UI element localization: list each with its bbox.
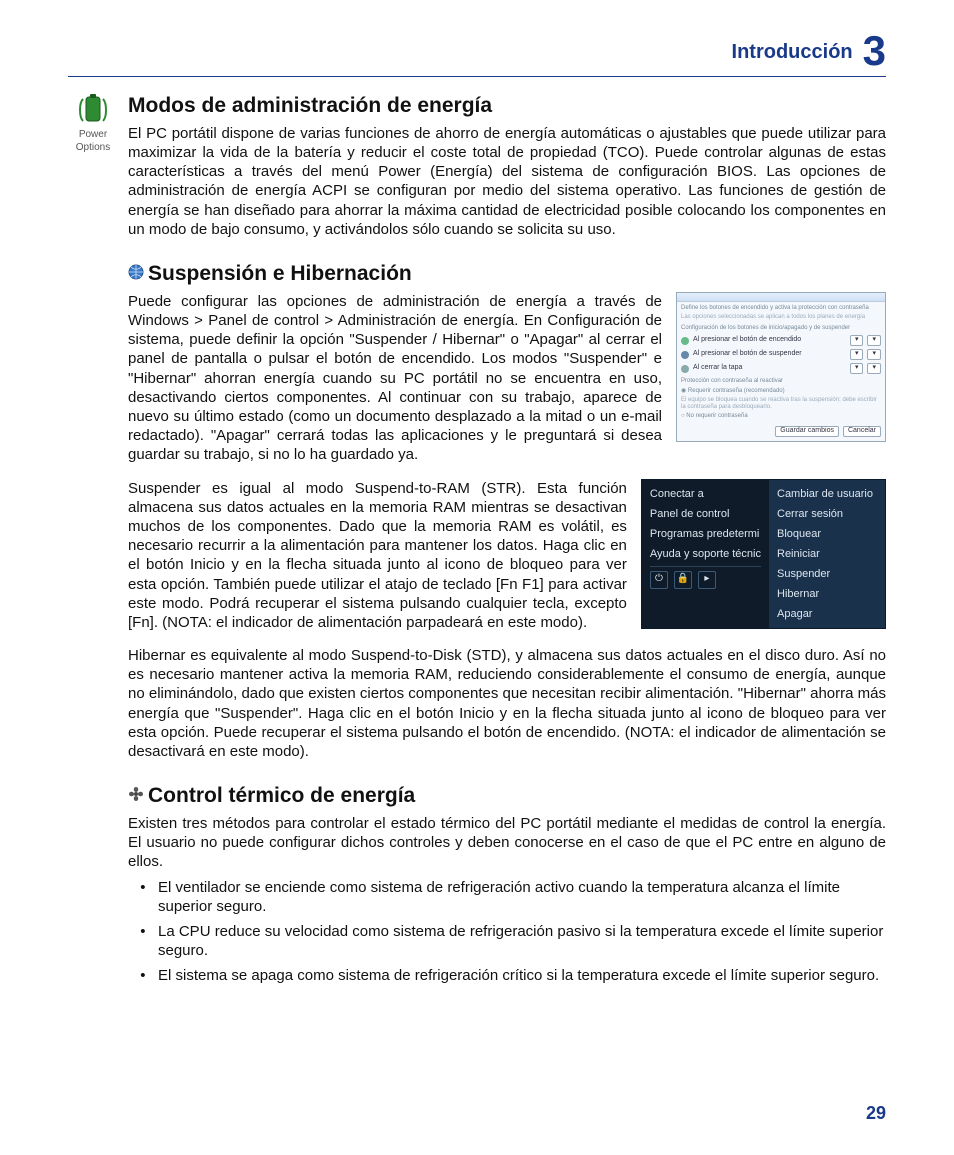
para-power-modes: El PC portátil dispone de varias funcion…: [128, 124, 886, 239]
startmenu-left-item: Ayuda y soporte técnic: [650, 544, 761, 564]
section-title: Introducción: [732, 40, 853, 72]
globe-icon: [128, 261, 144, 288]
start-menu-screenshot: Conectar a Panel de control Programas pr…: [641, 479, 886, 630]
heading-power-modes: Modos de administración de energía: [128, 93, 886, 120]
chapter-number: 3: [863, 30, 886, 72]
para-suspend-2: Suspender es igual al modo Suspend-to-RA…: [128, 479, 627, 633]
para-suspend-3: Hibernar es equivalente al modo Suspend-…: [128, 646, 886, 761]
list-item: El ventilador se enciende como sistema d…: [158, 878, 886, 916]
chevron-right-icon: ▸: [698, 571, 716, 589]
lock-icon: 🔒: [674, 571, 692, 589]
heading-thermal: Control térmico de energía: [128, 783, 886, 810]
heading-suspend: Suspensión e Hibernación: [128, 261, 886, 288]
power-options-label: Power Options: [68, 129, 118, 155]
startmenu-right-item: Cerrar sesión: [777, 504, 877, 524]
startmenu-left-item: Programas predetermi: [650, 524, 761, 544]
startmenu-left-item: Panel de control: [650, 504, 761, 524]
startmenu-left-item: Conectar a: [650, 484, 761, 504]
para-thermal-intro: Existen tres métodos para controlar el e…: [128, 814, 886, 872]
thermal-bullet-list: El ventilador se enciende como sistema d…: [128, 878, 886, 986]
page-header: Introducción 3: [68, 30, 886, 77]
power-icon: ⏻: [650, 571, 668, 589]
startmenu-right-item: Apagar: [777, 604, 877, 624]
power-options-icon: Power Options: [68, 93, 118, 155]
para-suspend-1: Puede configurar las opciones de adminis…: [128, 292, 662, 465]
list-item: El sistema se apaga como sistema de refr…: [158, 966, 886, 985]
fan-icon: [128, 783, 144, 810]
page-number: 29: [866, 1102, 886, 1125]
list-item: La CPU reduce su velocidad como sistema …: [158, 922, 886, 960]
startmenu-right-item: Cambiar de usuario: [777, 484, 877, 504]
startmenu-right-item: Bloquear: [777, 524, 877, 544]
startmenu-right-item: Hibernar: [777, 584, 877, 604]
power-options-screenshot: Define los botones de encendido y activa…: [676, 292, 886, 442]
startmenu-right-item: Suspender: [777, 564, 877, 584]
startmenu-right-item: Reiniciar: [777, 544, 877, 564]
